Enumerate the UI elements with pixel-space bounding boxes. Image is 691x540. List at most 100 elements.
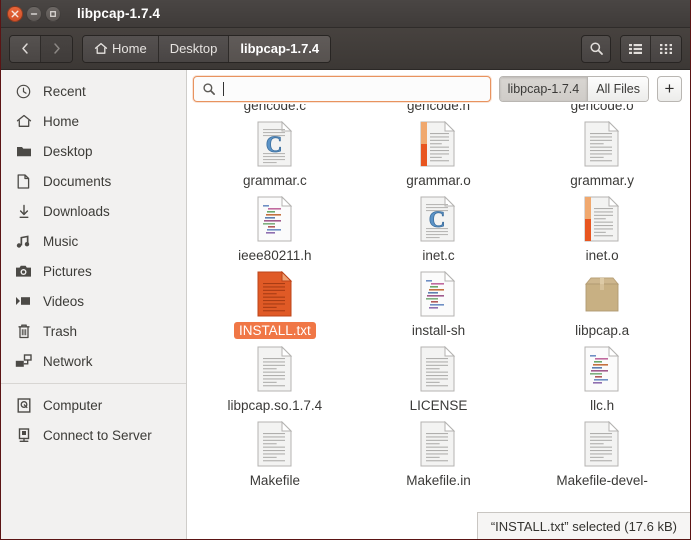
search-toggle-button[interactable] xyxy=(581,34,611,63)
forward-button[interactable] xyxy=(41,35,72,62)
file-item[interactable]: grammar.o xyxy=(357,116,521,191)
sidebar-label-computer: Computer xyxy=(43,397,103,413)
filter-group: libpcap-1.7.4 All Files xyxy=(498,75,649,102)
file-manager-window: libpcap-1.7.4 Home Desktop libpcap-1.7.4 xyxy=(0,0,691,540)
filter-all-files-button[interactable]: All Files xyxy=(588,76,648,101)
code-file-icon xyxy=(418,270,458,318)
sidebar-label-pictures: Pictures xyxy=(43,263,92,279)
sidebar-item-videos[interactable]: Videos xyxy=(1,286,186,316)
sidebar-item-connect-to-server[interactable]: Connect to Server xyxy=(1,420,186,450)
sidebar-label-documents: Documents xyxy=(43,173,112,189)
back-button[interactable] xyxy=(10,35,41,62)
file-item[interactable]: gencode.c xyxy=(193,104,357,116)
file-label: INSTALL.txt xyxy=(233,322,316,339)
file-label: libpcap.so.1.7.4 xyxy=(227,398,323,413)
view-mode-group xyxy=(620,34,682,63)
sidebar-item-desktop[interactable]: Desktop xyxy=(1,136,186,166)
file-item[interactable]: LICENSE xyxy=(357,341,521,416)
file-item[interactable]: Cgrammar.c xyxy=(193,116,357,191)
breadcrumb: Home Desktop libpcap-1.7.4 xyxy=(82,34,332,63)
toolbar-right-group xyxy=(581,34,682,63)
sidebar-label-desktop: Desktop xyxy=(43,143,93,159)
sidebar-item-home[interactable]: Home xyxy=(1,106,186,136)
file-item[interactable]: Makefile-devel- xyxy=(520,416,684,491)
maximize-button[interactable] xyxy=(45,5,61,22)
file-item[interactable]: llc.h xyxy=(520,341,684,416)
clock-icon xyxy=(15,83,32,100)
file-label: ieee80211.h xyxy=(238,248,312,263)
download-icon xyxy=(15,203,32,220)
file-item[interactable]: gencode.h xyxy=(357,104,521,116)
breadcrumb-item-home[interactable]: Home xyxy=(83,35,159,62)
sidebar-item-music[interactable]: Music xyxy=(1,226,186,256)
object-file-icon xyxy=(418,120,458,168)
file-label: Makefile.in xyxy=(406,473,471,488)
status-text: “INSTALL.txt” selected (17.6 kB) xyxy=(490,518,677,534)
search-input[interactable] xyxy=(193,75,491,102)
file-label: inet.o xyxy=(585,248,619,263)
file-item[interactable]: Makefile xyxy=(193,416,357,491)
folder-icon xyxy=(15,143,32,160)
sidebar-item-computer[interactable]: Computer xyxy=(1,390,186,420)
sidebar-label-recent: Recent xyxy=(43,83,86,99)
sidebar-label-network: Network xyxy=(43,353,93,369)
file-label: Makefile-devel- xyxy=(556,473,648,488)
sidebar: Recent Home Desktop Documents Downloads … xyxy=(1,70,187,539)
trash-icon xyxy=(15,323,32,340)
file-item[interactable]: INSTALL.txt xyxy=(193,266,357,341)
file-label: LICENSE xyxy=(409,398,468,413)
sidebar-label-connect-to-server: Connect to Server xyxy=(43,427,152,443)
titlebar: libpcap-1.7.4 xyxy=(1,0,690,28)
breadcrumb-label-desktop: Desktop xyxy=(169,41,218,56)
file-item[interactable]: ieee80211.h xyxy=(193,191,357,266)
archive-file-icon xyxy=(582,270,622,318)
file-item[interactable]: libpcap.a xyxy=(520,266,684,341)
sidebar-label-videos: Videos xyxy=(43,293,85,309)
sidebar-label-downloads: Downloads xyxy=(43,203,110,219)
chevron-right-icon xyxy=(53,43,60,54)
sidebar-item-pictures[interactable]: Pictures xyxy=(1,256,186,286)
file-item[interactable]: Makefile.in xyxy=(357,416,521,491)
plain-file-icon xyxy=(255,345,295,393)
file-label: inet.c xyxy=(422,248,455,263)
file-label: grammar.o xyxy=(406,173,471,188)
computer-icon xyxy=(15,397,32,414)
file-item[interactable]: install-sh xyxy=(357,266,521,341)
text-caret xyxy=(223,81,224,96)
file-label: gencode.c xyxy=(243,104,306,113)
sidebar-item-documents[interactable]: Documents xyxy=(1,166,186,196)
list-view-icon xyxy=(629,43,642,54)
minimize-button[interactable] xyxy=(26,5,42,22)
sidebar-item-downloads[interactable]: Downloads xyxy=(1,196,186,226)
file-item[interactable] xyxy=(193,491,357,539)
minimize-icon xyxy=(30,12,38,15)
file-label: gencode.o xyxy=(570,104,634,113)
search-icon xyxy=(589,42,603,55)
file-item[interactable]: inet.o xyxy=(520,191,684,266)
sidebar-item-recent[interactable]: Recent xyxy=(1,76,186,106)
breadcrumb-item-desktop[interactable]: Desktop xyxy=(158,35,230,62)
filter-location-button[interactable]: libpcap-1.7.4 xyxy=(499,76,589,101)
grid-view-button[interactable] xyxy=(651,35,681,62)
sidebar-item-trash[interactable]: Trash xyxy=(1,316,186,346)
file-label: gencode.h xyxy=(406,104,471,113)
code-file-icon xyxy=(582,345,622,393)
file-item[interactable]: grammar.y xyxy=(520,116,684,191)
breadcrumb-item-libpcap[interactable]: libpcap-1.7.4 xyxy=(229,35,331,62)
list-view-button[interactable] xyxy=(621,35,651,62)
maximize-icon xyxy=(50,10,56,17)
file-label: Makefile xyxy=(249,473,300,488)
search-icon xyxy=(203,82,215,95)
close-button[interactable] xyxy=(7,5,23,22)
add-filter-button[interactable]: + xyxy=(657,75,682,102)
sidebar-separator xyxy=(1,383,186,384)
search-row: libpcap-1.7.4 All Files + xyxy=(187,70,690,104)
chevron-left-icon xyxy=(22,43,28,54)
document-icon xyxy=(15,173,32,190)
breadcrumb-label-libpcap: libpcap-1.7.4 xyxy=(240,41,320,56)
svg-text:C: C xyxy=(429,207,446,232)
file-item[interactable]: libpcap.so.1.7.4 xyxy=(193,341,357,416)
sidebar-item-network[interactable]: Network xyxy=(1,346,186,376)
file-item[interactable]: gencode.o xyxy=(520,104,684,116)
file-item[interactable]: Cinet.c xyxy=(357,191,521,266)
